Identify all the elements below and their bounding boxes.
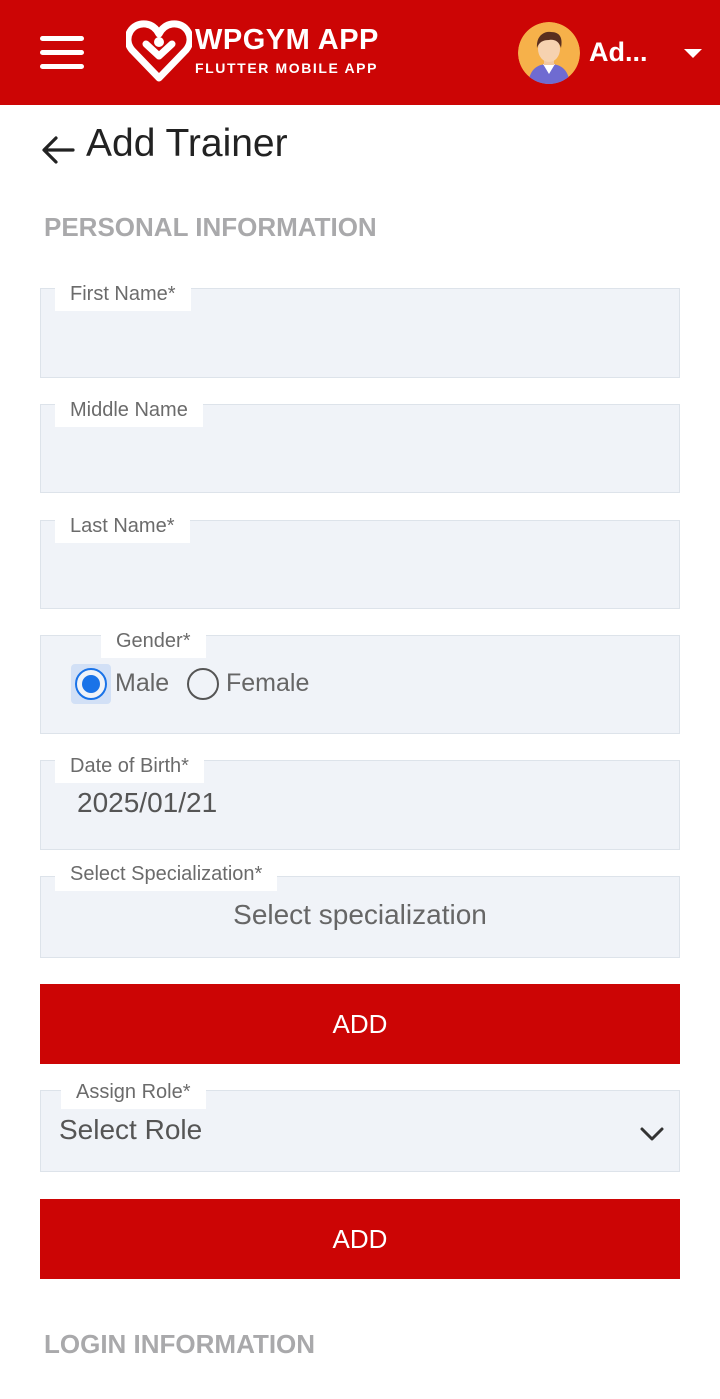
middle-name-label: Middle Name — [55, 393, 203, 427]
brand-title: WPGYM APP — [195, 24, 379, 56]
gender-label: Gender* — [101, 624, 206, 658]
specialization-placeholder[interactable]: Select specialization — [41, 899, 679, 931]
hamburger-menu-icon[interactable] — [40, 36, 84, 70]
gender-male-radio[interactable] — [75, 668, 107, 700]
chevron-down-icon[interactable] — [639, 1121, 665, 1147]
arrow-left-icon[interactable] — [40, 132, 76, 168]
caret-down-icon[interactable] — [684, 49, 702, 58]
first-name-field[interactable]: First Name* — [40, 277, 680, 378]
add-trainer-screen: WPGYM APP FLUTTER MOBILE APP Ad... Add T… — [0, 0, 720, 1399]
section-heading-personal: PERSONAL INFORMATION — [44, 212, 377, 242]
user-avatar-icon — [518, 22, 580, 84]
section-heading-login: LOGIN INFORMATION — [44, 1329, 316, 1359]
user-name[interactable]: Ad... — [589, 37, 648, 68]
dob-field[interactable]: Date of Birth* 2025/01/21 — [40, 749, 680, 850]
role-label: Assign Role* — [61, 1075, 206, 1109]
gender-female-label[interactable]: Female — [226, 669, 309, 698]
first-name-input[interactable] — [61, 319, 659, 359]
gender-female-radio[interactable] — [187, 668, 219, 700]
add-role-button[interactable]: ADD — [40, 1199, 680, 1279]
role-placeholder[interactable]: Select Role — [59, 1114, 202, 1146]
avatar[interactable] — [518, 22, 580, 84]
middle-name-input[interactable] — [61, 435, 659, 475]
middle-name-field[interactable]: Middle Name — [40, 393, 680, 493]
specialization-field[interactable]: Select Specialization* Select specializa… — [40, 857, 680, 958]
heart-logo-icon — [126, 20, 192, 82]
role-select[interactable]: Assign Role* Select Role — [40, 1075, 680, 1172]
gender-male-label[interactable]: Male — [115, 669, 169, 698]
first-name-label: First Name* — [55, 277, 191, 311]
dob-value[interactable]: 2025/01/21 — [77, 787, 217, 819]
gender-field: Gender* Male Female — [40, 624, 680, 734]
last-name-input[interactable] — [61, 551, 659, 591]
specialization-label: Select Specialization* — [55, 857, 278, 891]
brand-subtitle: FLUTTER MOBILE APP — [195, 60, 379, 76]
dob-label: Date of Birth* — [55, 749, 204, 783]
add-specialization-button[interactable]: ADD — [40, 984, 680, 1064]
last-name-label: Last Name* — [55, 509, 190, 543]
page-title: Add Trainer — [86, 122, 288, 165]
last-name-field[interactable]: Last Name* — [40, 509, 680, 609]
app-header: WPGYM APP FLUTTER MOBILE APP Ad... — [0, 0, 720, 105]
